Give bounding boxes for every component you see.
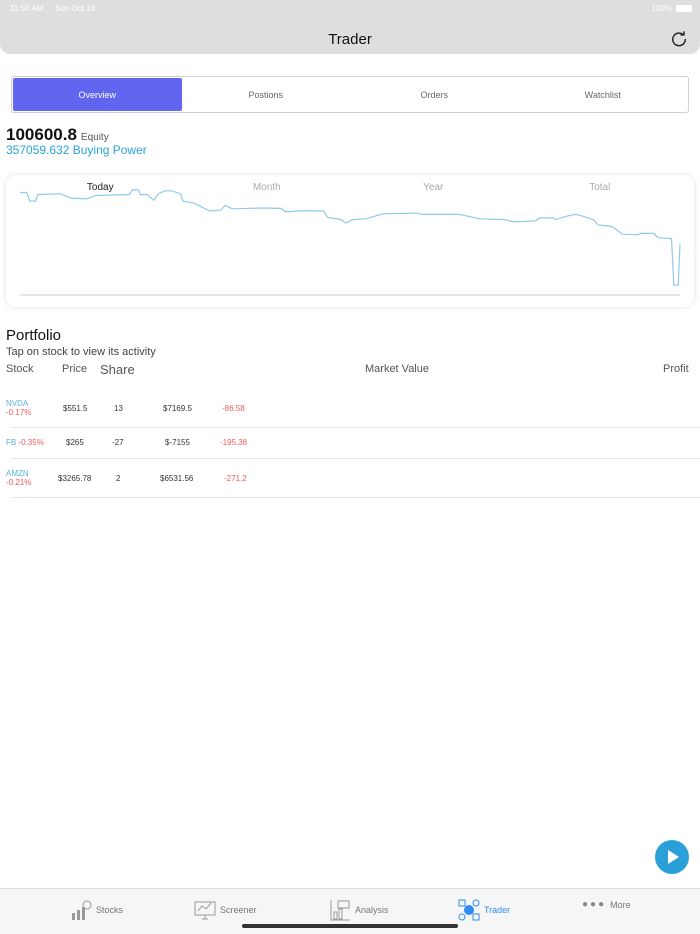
tab-label: More (610, 899, 631, 910)
tab-more[interactable]: ●●● More (582, 899, 631, 910)
divider (12, 427, 700, 428)
segment-overview[interactable]: Overview (13, 78, 182, 111)
col-profit: Profit (663, 363, 689, 375)
tab-trader[interactable]: Trader (458, 899, 510, 921)
stock-shares: 13 (114, 404, 123, 413)
col-stock: Stock (6, 363, 34, 375)
col-share: Share (100, 362, 135, 377)
segmented-control: Overview Postions Orders Watchlist (11, 76, 689, 113)
equity-label: Equity (80, 132, 109, 143)
battery-level: 100% (651, 4, 672, 13)
divider (12, 458, 700, 459)
equity-line-chart (20, 189, 681, 296)
segment-orders[interactable]: Orders (350, 78, 519, 111)
analysis-icon (330, 900, 350, 921)
stock-symbol: AMZN (6, 469, 29, 478)
stock-profit: -271.2 (224, 474, 247, 483)
col-market-value: Market Value (365, 363, 429, 375)
tab-label: Stocks (96, 905, 124, 915)
tab-label: Screener (220, 905, 257, 915)
stock-profit: -86.58 (222, 404, 245, 413)
tab-label: Trader (484, 905, 511, 915)
home-indicator (242, 924, 458, 928)
refresh-icon[interactable] (670, 30, 688, 48)
stocks-icon (72, 900, 92, 920)
segment-watchlist[interactable]: Watchlist (519, 78, 688, 111)
status-date: Sun Oct 18 (55, 4, 96, 13)
stock-market-value: $6531.56 (160, 474, 194, 483)
screener-icon (194, 901, 216, 920)
stock-symbol: NVDA (6, 399, 29, 408)
navigation-bar: 11:50 AM Sun Oct 18 100% Trader (0, 0, 700, 54)
more-icon: ●●● (582, 899, 607, 910)
tab-analysis[interactable]: Analysis (329, 899, 389, 921)
buying-power: 357059.632 Buying Power (6, 143, 147, 157)
stock-market-value: $-7155 (165, 438, 190, 447)
portfolio-subtitle: Tap on stock to view its activity (6, 346, 156, 358)
segment-positions[interactable]: Postions (182, 78, 351, 111)
tab-screener[interactable]: Screener (194, 899, 257, 921)
battery-icon (676, 5, 692, 12)
stock-change: -0.21% (6, 478, 32, 487)
equity-value: 100600.8 (6, 125, 77, 144)
stock-shares: 2 (116, 474, 121, 483)
stock-price: $551.5 (63, 404, 88, 413)
stock-change: -0.17% (6, 408, 32, 417)
stock-profit: -195.38 (220, 438, 248, 447)
stock-shares: -27 (112, 438, 124, 447)
page-title: Trader (328, 31, 372, 48)
stock-symbol: FB (6, 438, 17, 447)
stock-price: $3265.78 (58, 474, 92, 483)
tab-stocks[interactable]: Stocks (70, 899, 123, 921)
portfolio-title: Portfolio (6, 327, 62, 344)
equity: 100600.8 Equity (6, 125, 109, 145)
tab-label: Analysis (355, 905, 389, 915)
equity-series-line (20, 189, 681, 286)
stock-price: $265 (66, 438, 84, 447)
trader-icon (458, 899, 480, 921)
stock-change: -0.35% (18, 438, 44, 447)
play-icon (668, 850, 679, 864)
divider (12, 497, 700, 498)
equity-chart-card: Today Month Year Total (6, 175, 694, 307)
col-price: Price (62, 363, 88, 375)
stock-market-value: $7169.5 (163, 404, 192, 413)
status-time: 11:50 AM (10, 4, 44, 13)
play-button[interactable] (655, 840, 689, 874)
